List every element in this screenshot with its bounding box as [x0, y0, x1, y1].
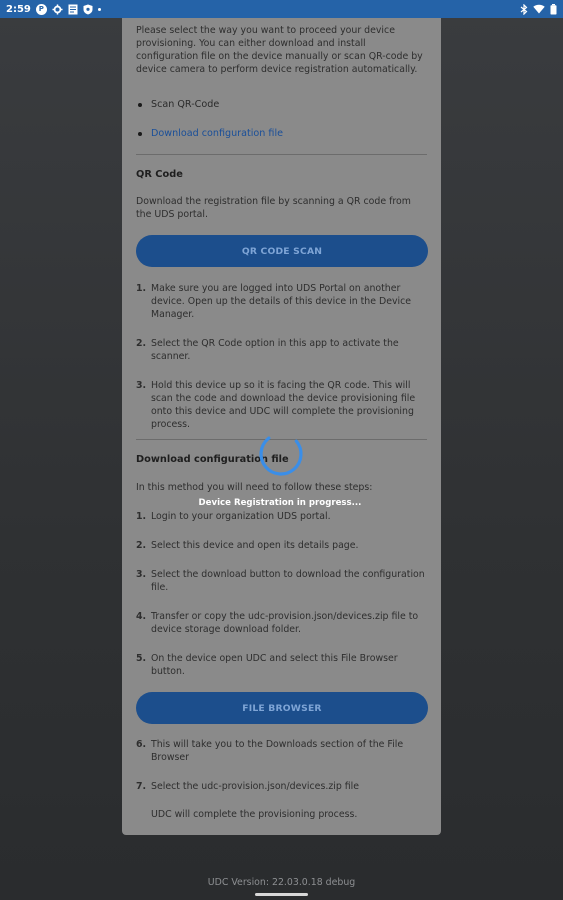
download-steps: 1. Login to your organization UDS portal… [136, 510, 427, 678]
step-number: 3. [136, 569, 147, 580]
step-item: 2. Select the QR Code option in this app… [136, 337, 427, 363]
options-list: Scan QR-Code Download configuration file [136, 90, 427, 148]
bullet-icon [138, 102, 142, 107]
provisioning-card: Please select the way you want to procee… [122, 18, 441, 835]
bullet-icon [138, 131, 142, 136]
step-item: 1. Login to your organization UDS portal… [136, 510, 427, 523]
step-item: 7. Select the udc-provision.json/devices… [136, 780, 427, 793]
step-item: 4. Transfer or copy the udc-provision.js… [136, 610, 427, 636]
step-item: 6. This will take you to the Downloads s… [136, 738, 427, 764]
step-number: 7. [136, 781, 147, 792]
status-left: 2:59 P [6, 3, 101, 15]
step-text: This will take you to the Downloads sect… [151, 739, 404, 763]
download-config-link[interactable]: Download configuration file [151, 128, 283, 139]
step-text: Select the udc-provision.json/devices.zi… [151, 781, 360, 792]
qr-code-scan-button[interactable]: QR CODE SCAN [136, 235, 428, 267]
step-text: Select the download button to download t… [151, 569, 425, 593]
progress-message: Device Registration in progress... [198, 498, 362, 508]
step-text: On the device open UDC and select this F… [151, 653, 398, 677]
step-text: Select this device and open its details … [151, 540, 359, 551]
status-bar: 2:59 P [0, 0, 563, 18]
document-icon [68, 4, 78, 15]
download-section-description: In this method you will need to follow t… [136, 482, 373, 493]
wifi-icon [533, 4, 545, 14]
step-text: Transfer or copy the udc-provision.json/… [151, 611, 419, 635]
p-icon: P [35, 3, 47, 15]
step-text: Hold this device up so it is facing the … [151, 380, 416, 430]
intro-text: Please select the way you want to procee… [136, 25, 423, 75]
clock: 2:59 [6, 3, 31, 15]
step-text: Select the QR Code option in this app to… [151, 338, 399, 362]
dot-icon [97, 7, 101, 11]
version-label: UDC Version: 22.03.0.18 debug [207, 877, 356, 888]
step-number: 6. [136, 739, 147, 750]
step-text: Login to your organization UDS portal. [151, 511, 331, 522]
step-number: 2. [136, 338, 147, 349]
shield-icon [83, 4, 93, 15]
step-number: 4. [136, 611, 147, 622]
option-scan-qr[interactable]: Scan QR-Code [136, 90, 427, 119]
step-item: 2. Select this device and open its detai… [136, 539, 427, 552]
step-item: 5. On the device open UDC and select thi… [136, 652, 427, 678]
battery-icon [550, 3, 557, 15]
step-number: 1. [136, 511, 147, 522]
file-browser-button[interactable]: FILE BROWSER [136, 692, 428, 724]
step-item: 3. Select the download button to downloa… [136, 568, 427, 594]
loading-spinner-icon [259, 432, 303, 476]
option-label: Scan QR-Code [151, 99, 220, 110]
qr-section-title: QR Code [136, 169, 183, 180]
navigation-handle[interactable] [255, 893, 308, 896]
step-number: 2. [136, 540, 147, 551]
step-text: Make sure you are logged into UDS Portal… [151, 283, 412, 320]
step-number: 5. [136, 653, 147, 664]
step-item: 3. Hold this device up so it is facing t… [136, 379, 427, 431]
download-steps-after: 6. This will take you to the Downloads s… [136, 738, 427, 793]
gear-icon [52, 3, 63, 15]
qr-section-description: Download the registration file by scanni… [136, 196, 411, 220]
closing-text: UDC will complete the provisioning proce… [151, 809, 358, 820]
step-number: 3. [136, 380, 147, 391]
qr-steps: 1. Make sure you are logged into UDS Por… [136, 282, 427, 431]
divider [136, 154, 427, 155]
step-item: 1. Make sure you are logged into UDS Por… [136, 282, 427, 321]
step-number: 1. [136, 283, 147, 294]
option-download-config[interactable]: Download configuration file [136, 119, 427, 148]
status-right [520, 3, 557, 15]
bluetooth-icon [520, 3, 528, 15]
